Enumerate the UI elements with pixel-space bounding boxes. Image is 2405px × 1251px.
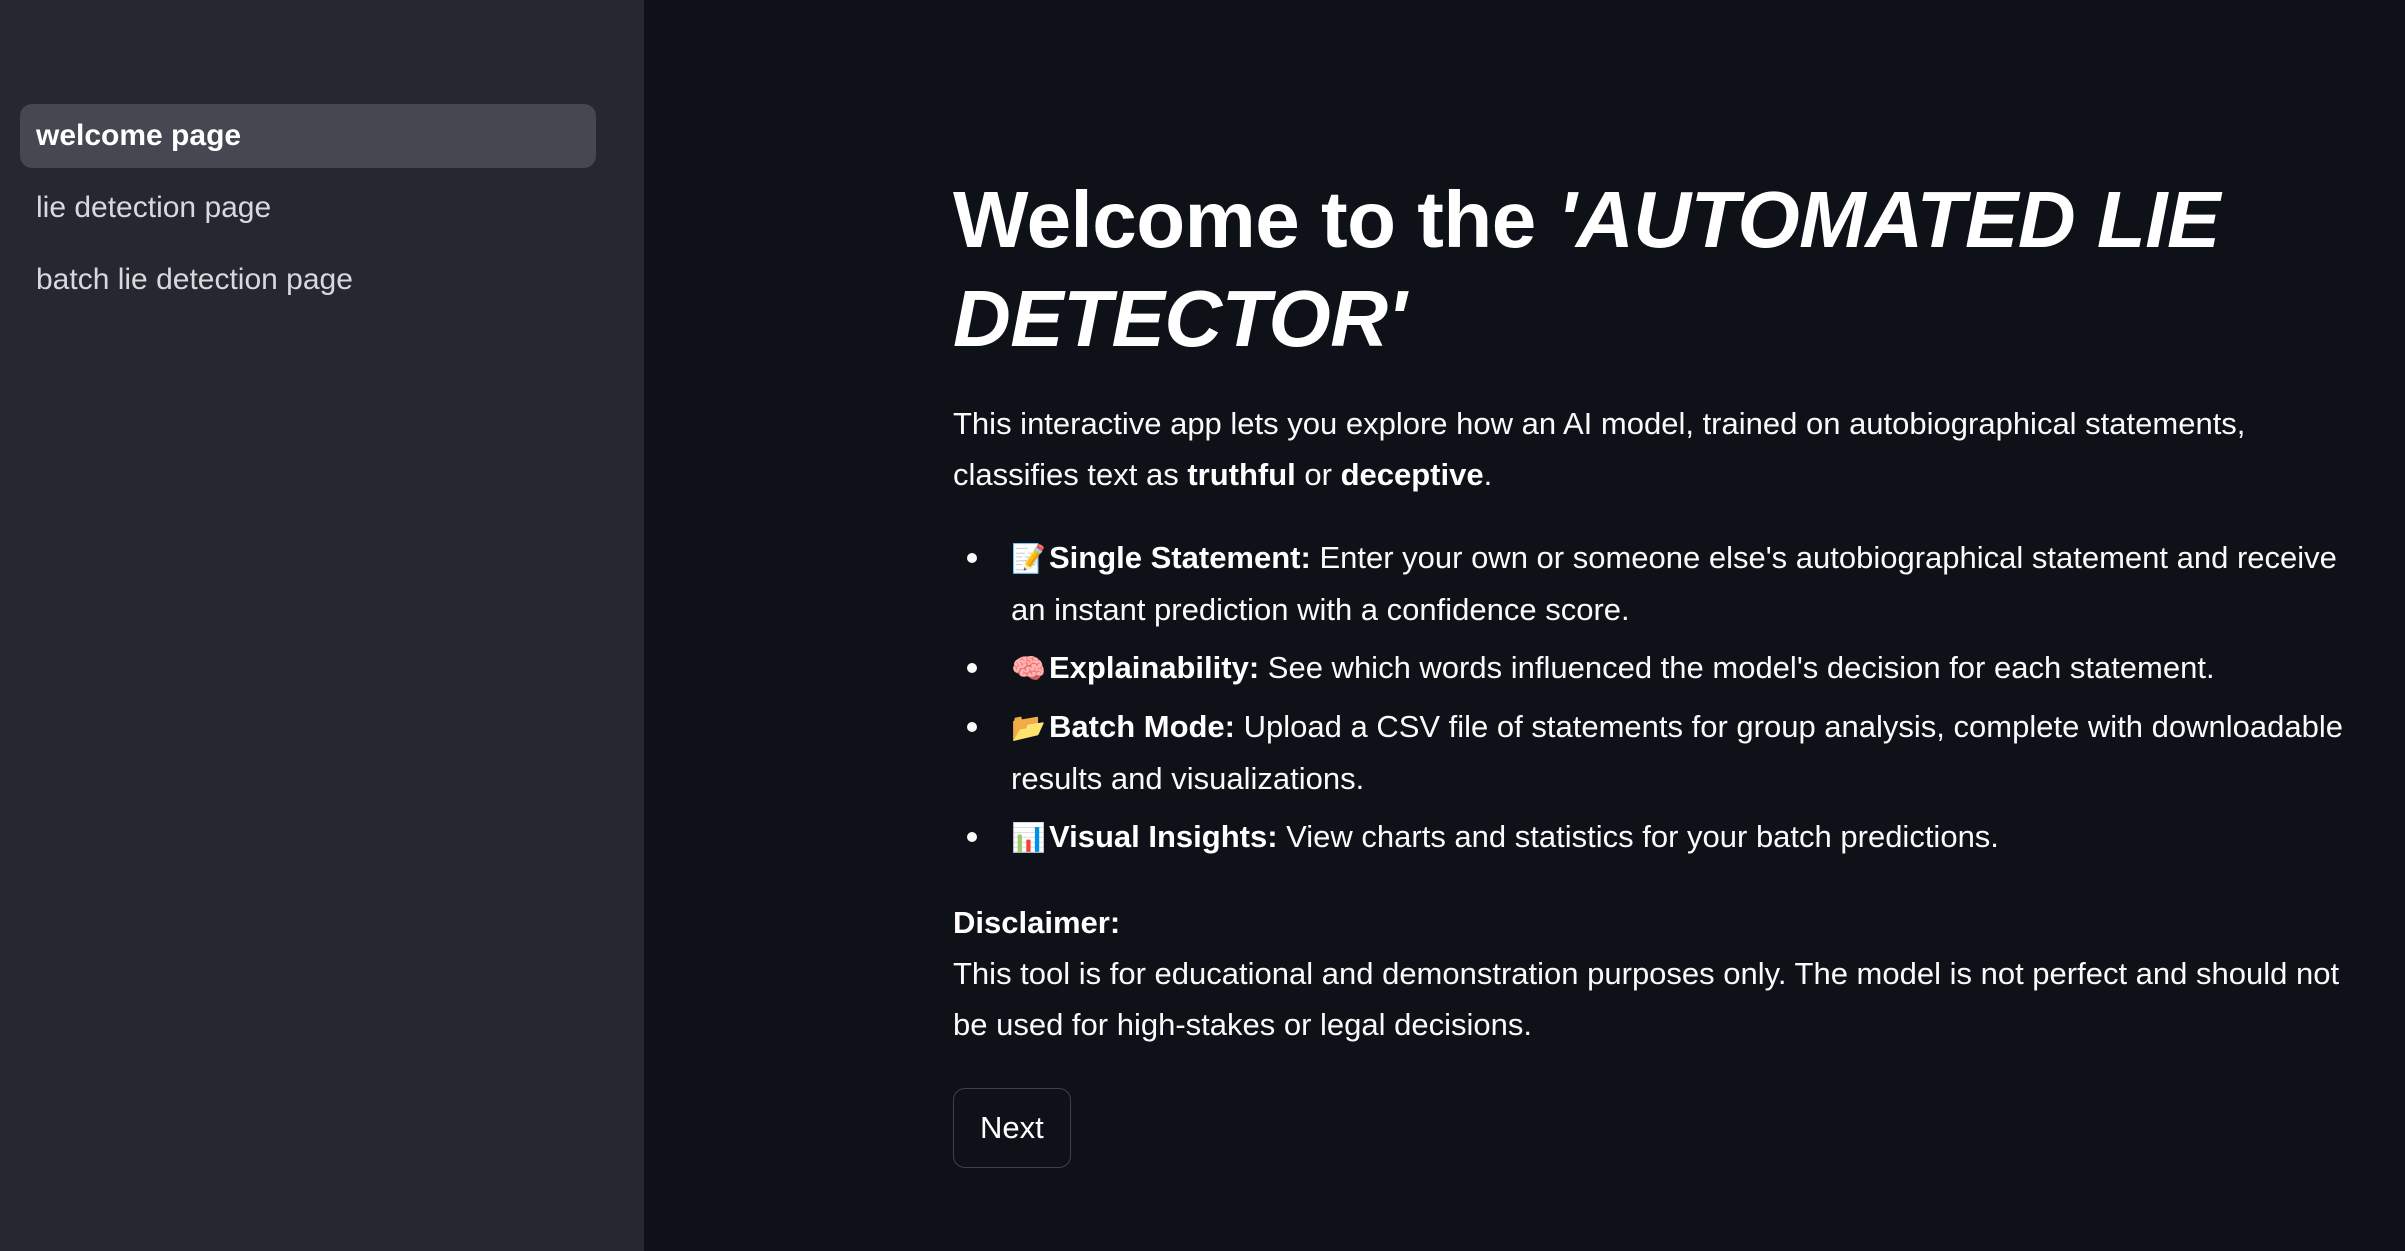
page-title-prefix: Welcome to the (953, 175, 1558, 264)
intro-paragraph: This interactive app lets you explore ho… (953, 398, 2353, 500)
disclaimer-label: Disclaimer: (953, 905, 1121, 941)
page-title: Welcome to the 'AUTOMATED LIE DETECTOR' (953, 170, 2353, 368)
sidebar-item-batch-lie-detection-page[interactable]: batch lie detection page (20, 248, 596, 312)
feature-title: Visual Insights: (1049, 819, 1278, 855)
intro-or: or (1295, 457, 1341, 493)
bar-chart-icon: 📊 (1011, 821, 1046, 855)
sidebar-item-welcome-page[interactable]: welcome page (20, 104, 596, 168)
next-button[interactable]: Next (953, 1088, 1071, 1169)
sidebar-item-lie-detection-page[interactable]: lie detection page (20, 176, 596, 240)
list-item: 📊 Visual Insights: View charts and statis… (967, 811, 2353, 863)
disclaimer-text: This tool is for educational and demonst… (953, 956, 2340, 1043)
intro-deceptive: deceptive (1340, 457, 1484, 493)
intro-truthful: truthful (1187, 457, 1296, 493)
intro-text: This interactive app lets you explore ho… (953, 406, 2246, 493)
feature-text: View charts and statistics for your batc… (1277, 819, 1999, 855)
sidebar: welcome page lie detection page batch li… (0, 0, 644, 1251)
sidebar-item-label: welcome page (36, 119, 242, 152)
list-item: 📂 Batch Mode: Upload a CSV file of statem… (967, 701, 2353, 804)
sidebar-item-label: lie detection page (36, 191, 272, 224)
folder-icon: 📂 (1011, 711, 1046, 745)
sidebar-nav: welcome page lie detection page batch li… (20, 104, 596, 320)
sidebar-item-label: batch lie detection page (36, 263, 353, 296)
feature-list: 📝 Single Statement: Enter your own or som… (953, 532, 2353, 863)
main-content: Welcome to the 'AUTOMATED LIE DETECTOR' … (953, 170, 2353, 1169)
list-item: 🧠 Explainability: See which words influen… (967, 642, 2353, 694)
feature-title: Explainability: (1049, 650, 1260, 686)
feature-title: Single Statement: (1049, 540, 1311, 576)
brain-icon: 🧠 (1011, 652, 1046, 686)
app-window: welcome page lie detection page batch li… (0, 0, 2405, 1251)
intro-period: . (1483, 457, 1493, 493)
feature-text: See which words influenced the model's d… (1259, 650, 2215, 686)
list-item: 📝 Single Statement: Enter your own or som… (967, 532, 2353, 635)
feature-title: Batch Mode: (1049, 709, 1235, 745)
memo-icon: 📝 (1011, 542, 1046, 576)
